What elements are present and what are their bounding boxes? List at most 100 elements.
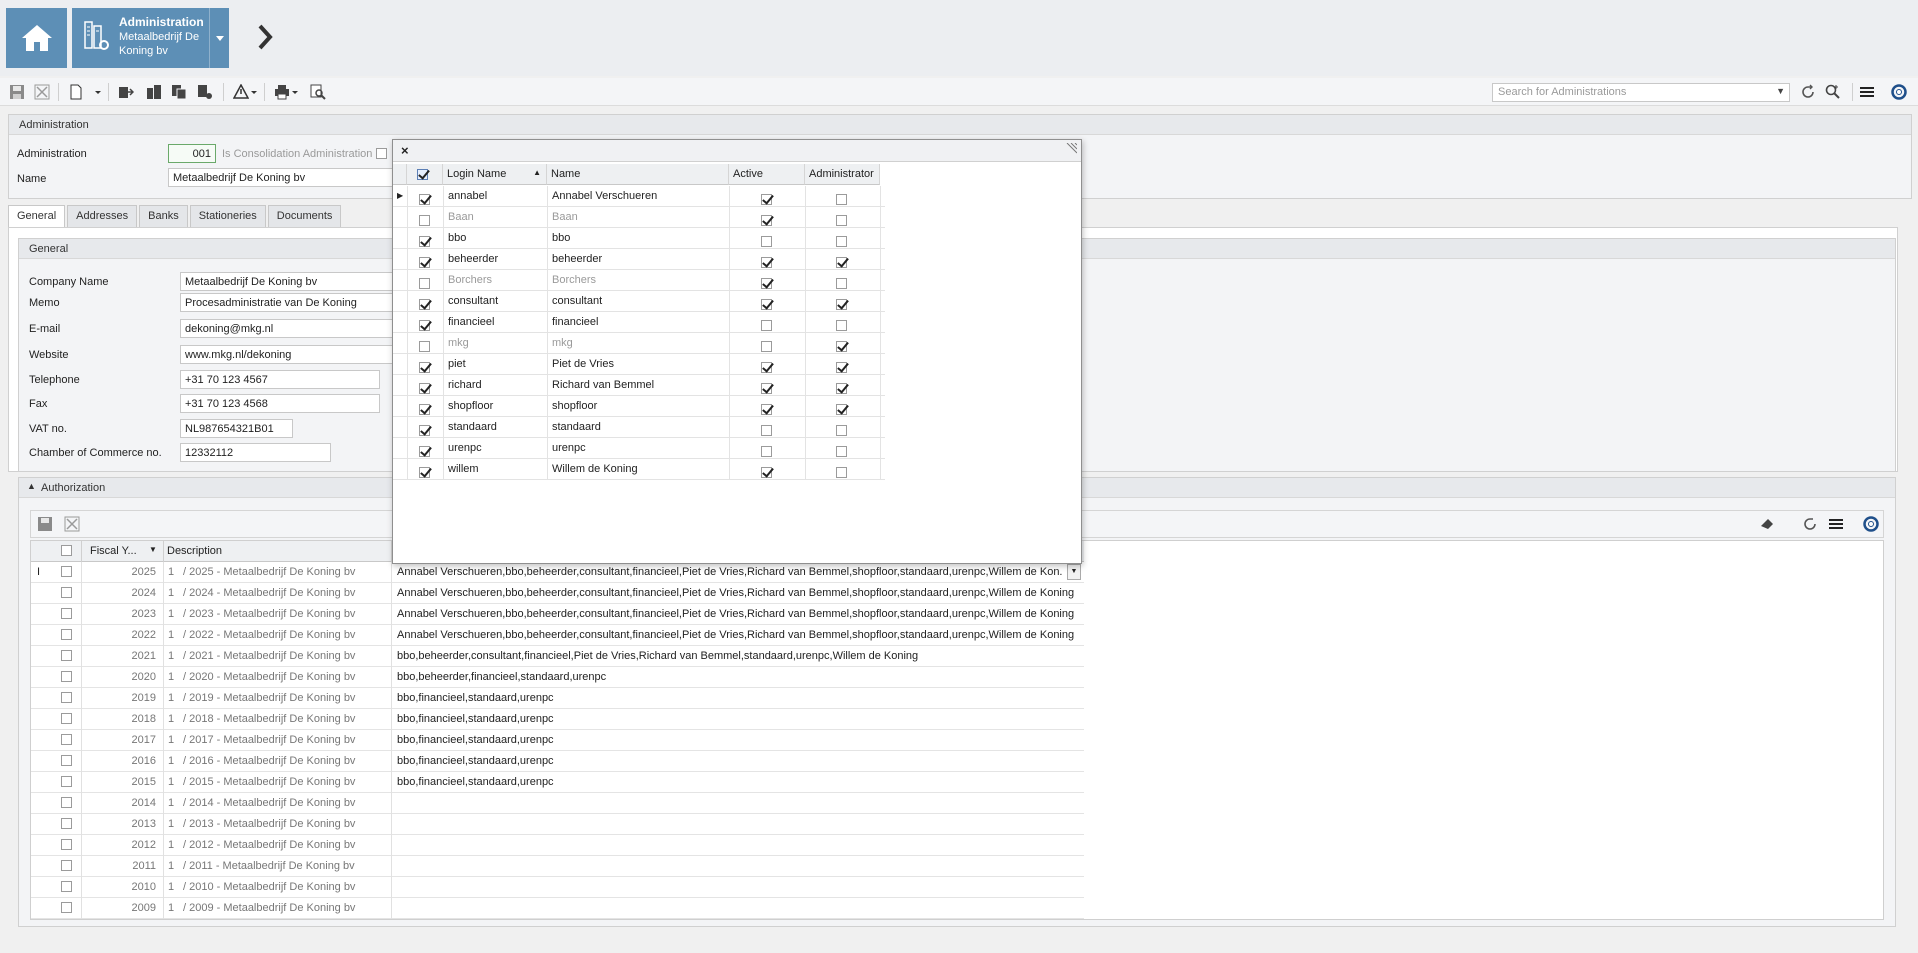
users-cell[interactable]: bbo,financieel,standaard,urenpc [397, 713, 1080, 725]
list-item[interactable]: financieel financieel [393, 312, 885, 333]
caret-down-icon[interactable] [94, 84, 102, 100]
discard-icon[interactable] [34, 84, 50, 100]
chevron-right-icon[interactable] [255, 22, 275, 52]
collapse-icon[interactable]: ▲ [27, 481, 36, 491]
list-item[interactable]: ▶ annabel Annabel Verschueren [393, 186, 885, 207]
row-checkbox[interactable] [61, 587, 72, 598]
website-field[interactable]: www.mkg.nl/dekoning [180, 345, 410, 364]
table-row[interactable]: I 2025 1 / 2025 - Metaalbedrijf De Koning b… [31, 562, 1084, 583]
list-item[interactable]: willem Willem de Koning [393, 459, 885, 480]
list-item[interactable]: richard Richard van Bemmel [393, 375, 885, 396]
list-item[interactable]: urenpc urenpc [393, 438, 885, 459]
row-checkbox[interactable] [61, 881, 72, 892]
table-row[interactable]: 2009 1 / 2009 - Metaalbedrijf De Koning bv [31, 898, 1084, 919]
row-checkbox[interactable] [61, 713, 72, 724]
popup-select-all-checkbox[interactable] [417, 168, 428, 180]
copy-document-icon[interactable] [171, 84, 187, 100]
users-cell[interactable]: bbo,financieel,standaard,urenpc [397, 755, 1080, 767]
document-settings-icon[interactable] [197, 84, 213, 100]
tab-banks[interactable]: Banks [139, 205, 188, 227]
popup-column-login[interactable]: Login Name ▲ [443, 164, 547, 185]
save-icon[interactable] [37, 516, 53, 532]
table-row[interactable]: 2019 1 / 2019 - Metaalbedrijf De Koning bv… [31, 688, 1084, 709]
row-checkbox[interactable] [61, 650, 72, 661]
table-row[interactable]: 2020 1 / 2020 - Metaalbedrijf De Koning bv… [31, 667, 1084, 688]
consolidation-checkbox[interactable] [376, 148, 387, 159]
fax-field[interactable]: +31 70 123 4568 [180, 394, 380, 413]
table-row[interactable]: 2010 1 / 2010 - Metaalbedrijf De Koning bv [31, 877, 1084, 898]
users-cell[interactable]: bbo,financieel,standaard,urenpc [397, 734, 1080, 746]
row-checkbox[interactable] [61, 776, 72, 787]
row-checkbox[interactable] [61, 818, 72, 829]
row-checkbox[interactable] [61, 608, 72, 619]
telephone-field[interactable]: +31 70 123 4567 [180, 370, 380, 389]
warning-icon[interactable] [233, 84, 249, 100]
row-checkbox[interactable] [61, 566, 72, 577]
dropdown-caret-icon[interactable]: ▼ [1067, 564, 1081, 580]
list-item[interactable]: standaard standaard [393, 417, 885, 438]
search-input[interactable]: Search for Administrations ▼ [1492, 83, 1790, 102]
row-checkbox[interactable] [61, 671, 72, 682]
tab-general[interactable]: General [8, 205, 66, 227]
help-lifebuoy-icon[interactable] [1863, 516, 1879, 532]
list-item[interactable]: beheerder beheerder [393, 249, 885, 270]
menu-icon[interactable] [1859, 84, 1875, 100]
row-checkbox[interactable] [61, 860, 72, 871]
row-checkbox[interactable] [61, 629, 72, 640]
e-mail-field[interactable]: dekoning@mkg.nl [180, 319, 410, 338]
popup-column-name[interactable]: Name [547, 164, 729, 185]
list-item[interactable]: bbo bbo [393, 228, 885, 249]
table-row[interactable]: 2015 1 / 2015 - Metaalbedrijf De Koning bv… [31, 772, 1084, 793]
table-row[interactable]: 2024 1 / 2024 - Metaalbedrijf De Koning bv… [31, 583, 1084, 604]
users-cell[interactable]: Annabel Verschueren,bbo,beheerder,consul… [397, 629, 1080, 641]
table-row[interactable]: 2023 1 / 2023 - Metaalbedrijf De Koning bv… [31, 604, 1084, 625]
caret-down-icon[interactable] [291, 84, 299, 100]
new-document-icon[interactable] [68, 84, 84, 100]
help-lifebuoy-icon[interactable] [1891, 84, 1907, 100]
breadcrumb-dropdown[interactable] [209, 8, 229, 68]
print-icon[interactable] [274, 84, 290, 100]
users-cell[interactable]: Annabel Verschueren,bbo,beheerder,consul… [397, 566, 1062, 578]
discard-icon[interactable] [64, 516, 80, 532]
row-checkbox[interactable] [61, 797, 72, 808]
name-field[interactable]: Metaalbedrijf De Koning bv [168, 168, 398, 187]
list-item[interactable]: Baan Baan [393, 207, 885, 228]
breadcrumb-administration[interactable]: Administration Metaalbedrijf De Koning b… [72, 8, 229, 68]
home-button[interactable] [6, 8, 67, 68]
companies-icon[interactable] [146, 84, 162, 100]
company-name-field[interactable]: Metaalbedrijf De Koning bv [180, 272, 410, 291]
list-item[interactable]: shopfloor shopfloor [393, 396, 885, 417]
tab-documents[interactable]: Documents [267, 205, 342, 227]
administration-code-field[interactable]: 001 [168, 144, 216, 163]
users-cell[interactable]: bbo,financieel,standaard,urenpc [397, 692, 1080, 704]
select-all-checkbox[interactable] [61, 545, 72, 556]
users-cell[interactable]: Annabel Verschueren,bbo,beheerder,consul… [397, 608, 1080, 620]
tab-addresses[interactable]: Addresses [67, 205, 138, 227]
export-icon[interactable] [118, 84, 134, 100]
refresh-icon[interactable] [1800, 84, 1816, 100]
users-cell[interactable]: bbo,beheerder,financieel,standaard,urenp… [397, 671, 1080, 683]
table-row[interactable]: 2016 1 / 2016 - Metaalbedrijf De Koning bv… [31, 751, 1084, 772]
search-add-icon[interactable] [1825, 84, 1841, 100]
table-row[interactable]: 2013 1 / 2013 - Metaalbedrijf De Koning bv [31, 814, 1084, 835]
users-cell[interactable]: bbo,financieel,standaard,urenpc [397, 776, 1080, 788]
close-icon[interactable]: × [401, 143, 409, 158]
row-checkbox[interactable] [61, 734, 72, 745]
memo-field[interactable]: Procesadministratie van De Koning [180, 293, 410, 312]
caret-down-icon[interactable] [250, 84, 258, 100]
print-preview-icon[interactable] [310, 84, 326, 100]
row-checkbox[interactable] [61, 839, 72, 850]
popup-column-administrator[interactable]: Administrator [805, 164, 880, 185]
table-row[interactable]: 2022 1 / 2022 - Metaalbedrijf De Koning bv… [31, 625, 1084, 646]
table-row[interactable]: 2014 1 / 2014 - Metaalbedrijf De Koning bv [31, 793, 1084, 814]
popup-select-all-header[interactable] [407, 164, 443, 185]
list-item[interactable]: piet Piet de Vries [393, 354, 885, 375]
row-checkbox[interactable] [61, 755, 72, 766]
users-cell[interactable]: bbo,beheerder,consultant,financieel,Piet… [397, 650, 1080, 662]
caret-down-icon[interactable]: ▼ [1776, 86, 1785, 96]
table-row[interactable]: 2017 1 / 2017 - Metaalbedrijf De Koning bv… [31, 730, 1084, 751]
menu-icon[interactable] [1828, 516, 1844, 532]
table-row[interactable]: 2012 1 / 2012 - Metaalbedrijf De Koning bv [31, 835, 1084, 856]
refresh-icon[interactable] [1802, 516, 1818, 532]
vat-no-field[interactable]: NL987654321B01 [180, 419, 293, 438]
